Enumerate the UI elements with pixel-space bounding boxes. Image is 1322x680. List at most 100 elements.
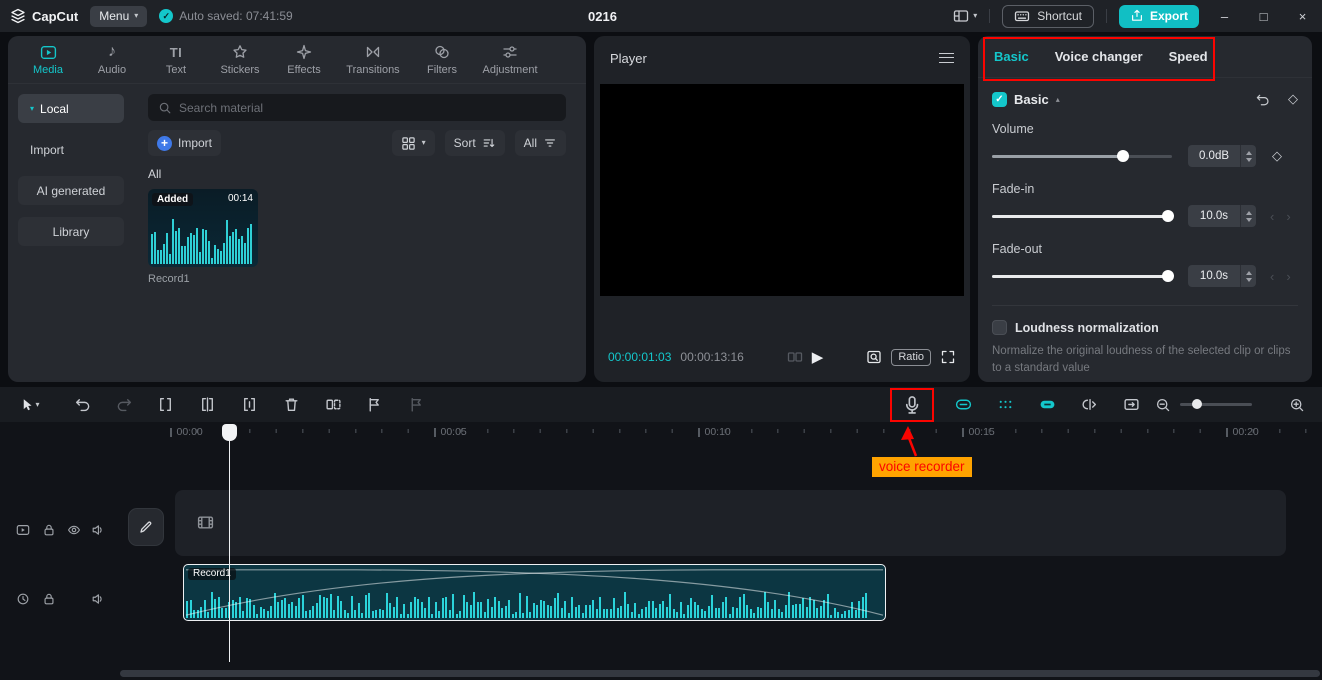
voice-recorder-button[interactable] [898,387,926,422]
track-cover-toggle[interactable] [16,523,30,537]
select-tool-button[interactable]: ▾ [14,387,46,422]
tab-text[interactable]: TI Text [144,37,208,83]
video-track-lock-toggle[interactable] [42,523,56,537]
fade-out-value-box[interactable]: 10.0s [1188,265,1256,287]
slider-knob[interactable] [1117,150,1130,162]
tab-effects[interactable]: Effects [272,37,336,83]
layout-switcher-button[interactable]: ▾ [953,8,977,24]
playhead-line[interactable] [228,424,231,662]
tab-adjustment[interactable]: Adjustment [474,37,546,83]
slider-knob[interactable] [1162,270,1175,282]
stepper-up-icon[interactable] [1245,150,1252,155]
tab-speed[interactable]: Speed [1169,49,1208,64]
player-menu-icon[interactable] [939,53,954,63]
stepper-up-icon[interactable] [1245,210,1252,215]
tab-voice-changer[interactable]: Voice changer [1055,49,1143,64]
checkbox-checked-icon[interactable]: ✓ [992,91,1007,107]
fade-in-stepper[interactable] [1240,205,1256,227]
video-preview[interactable] [600,84,964,296]
fit-zoom-icon[interactable] [866,349,882,365]
stepper-down-icon[interactable] [1245,157,1252,162]
audio-track-record-toggle[interactable] [16,592,30,606]
menu-button[interactable]: Menu ▾ [90,5,148,27]
slider-knob[interactable] [1162,210,1175,222]
tab-stickers[interactable]: Stickers [208,37,272,83]
keyframe-diamond-icon[interactable]: ◇ [1288,91,1298,107]
fade-out-slider[interactable] [992,269,1175,283]
video-track[interactable] [175,490,1286,556]
slider-fill [992,155,1124,158]
export-button[interactable]: Export [1118,4,1199,28]
prev-keyframe-icon[interactable]: ‹ [1270,209,1274,224]
auto-snap-toggle[interactable] [994,387,1016,422]
stepper-down-icon[interactable] [1245,277,1252,282]
shortcut-button[interactable]: Shortcut [1002,4,1094,28]
close-button[interactable]: × [1289,0,1316,32]
import-button[interactable]: + Import [148,130,222,156]
delete-button[interactable] [281,387,301,422]
audio-clip-record1[interactable]: Record1 [183,564,886,621]
keyframe-diamond-icon[interactable]: ◇ [1272,148,1282,164]
checkbox-unchecked-icon[interactable] [992,320,1007,335]
freeze-frame-button[interactable] [406,387,426,422]
undo-button[interactable] [72,387,92,422]
eye-icon [68,525,80,535]
fade-out-stepper[interactable] [1240,265,1256,287]
stepper-up-icon[interactable] [1245,270,1252,275]
sort-button[interactable]: Sort [444,130,505,156]
playhead-handle[interactable] [222,424,237,441]
tab-transitions[interactable]: Transitions [336,37,410,83]
search-input[interactable] [179,100,556,115]
mirror-button[interactable] [323,387,343,422]
maximize-button[interactable]: □ [1250,0,1277,32]
sidebar-item-library[interactable]: Library [18,217,124,246]
zoom-slider-knob[interactable] [1192,399,1202,409]
play-button[interactable]: ▶ [812,348,824,366]
volume-slider[interactable] [992,149,1172,163]
prev-keyframe-icon[interactable]: ‹ [1270,269,1274,284]
preview-axis-toggle[interactable] [1078,387,1100,422]
linkage-toggle[interactable] [1036,387,1058,422]
tab-basic[interactable]: Basic [994,49,1029,64]
fade-in-slider[interactable] [992,209,1175,223]
time-ruler[interactable]: 00:00 00:05 00:10 00:15 00:20 [120,422,1322,446]
sidebar-item-local[interactable]: ▾ Local [18,94,124,123]
volume-value-box[interactable]: 0.0dB [1188,145,1256,167]
audio-track-lock-toggle[interactable] [42,592,56,606]
draw-tool-button[interactable] [128,508,164,546]
fade-in-value-box[interactable]: 10.0s [1188,205,1256,227]
minimize-button[interactable]: – [1211,0,1238,32]
split-button[interactable] [155,387,175,422]
adjust-layout-button[interactable] [1120,387,1142,422]
fullscreen-icon[interactable] [940,349,956,365]
collapse-icon[interactable]: ▴ [1056,95,1060,104]
sidebar-item-ai-generated[interactable]: AI generated [18,176,124,205]
search-bar[interactable] [148,94,566,121]
video-track-visibility-toggle[interactable] [67,523,81,537]
frames-icon[interactable] [787,349,803,365]
tab-media[interactable]: Media [16,37,80,83]
next-keyframe-icon[interactable]: › [1286,209,1290,224]
reset-icon[interactable] [1255,92,1270,107]
zoom-out-button[interactable] [1152,387,1174,422]
split-delete-right-button[interactable] [239,387,259,422]
media-card-record1[interactable]: Added 00:14 [148,189,258,267]
ratio-button[interactable]: Ratio [891,348,932,366]
zoom-in-button[interactable] [1286,387,1308,422]
audio-track-mute-toggle[interactable] [91,592,105,606]
main-track-magnet-toggle[interactable] [952,387,974,422]
video-track-mute-toggle[interactable] [91,523,105,537]
horizontal-scrollbar[interactable] [120,670,1320,677]
filter-button[interactable]: All [514,130,566,156]
next-keyframe-icon[interactable]: › [1286,269,1290,284]
sidebar-item-import[interactable]: Import [18,135,124,164]
split-delete-left-button[interactable] [197,387,217,422]
timeline-zoom-slider[interactable] [1180,399,1252,409]
view-mode-button[interactable]: ▾ [391,130,435,156]
tab-audio[interactable]: ♪ Audio [80,37,144,83]
volume-stepper[interactable] [1240,145,1256,167]
flag-marker-button[interactable] [364,387,384,422]
stepper-down-icon[interactable] [1245,217,1252,222]
redo-button[interactable] [114,387,134,422]
tab-filters[interactable]: Filters [410,37,474,83]
